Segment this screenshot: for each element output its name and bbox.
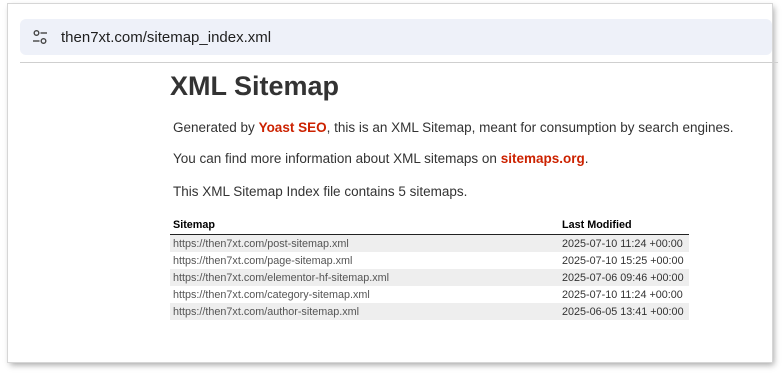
header-last-modified: Last Modified [559,217,689,235]
table-row: https://then7xt.com/post-sitemap.xml 202… [170,234,689,252]
page-content: XML Sitemap Generated by Yoast SEO, this… [170,70,734,320]
sitemap-link[interactable]: https://then7xt.com/category-sitemap.xml [170,286,559,303]
table-row: https://then7xt.com/author-sitemap.xml 2… [170,303,689,320]
browser-window: then7xt.com/sitemap_index.xml XML Sitema… [8,4,778,362]
table-row: https://then7xt.com/page-sitemap.xml 202… [170,252,689,269]
sitemap-count-text: This XML Sitemap Index file contains 5 s… [173,184,468,199]
header-sitemap: Sitemap [170,217,559,235]
info-text: You can find more information about XML … [173,151,588,166]
table-row: https://then7xt.com/elementor-hf-sitemap… [170,269,689,286]
page-title: XML Sitemap [170,71,340,101]
intro-prefix: Generated by [173,120,259,135]
last-modified: 2025-07-10 15:25 +00:00 [559,252,689,269]
yoast-seo-link[interactable]: Yoast SEO [259,120,327,135]
url-text[interactable]: then7xt.com/sitemap_index.xml [61,29,271,46]
sitemap-link[interactable]: https://then7xt.com/elementor-hf-sitemap… [170,269,559,286]
table-header-row: Sitemap Last Modified [170,217,689,235]
last-modified: 2025-07-06 09:46 +00:00 [559,269,689,286]
sitemap-link[interactable]: https://then7xt.com/page-sitemap.xml [170,252,559,269]
last-modified: 2025-07-10 11:24 +00:00 [559,286,689,303]
address-bar[interactable]: then7xt.com/sitemap_index.xml [20,19,772,55]
sitemap-link[interactable]: https://then7xt.com/author-sitemap.xml [170,303,559,320]
sitemap-table: Sitemap Last Modified https://then7xt.co… [170,217,689,320]
info-prefix: You can find more information about XML … [173,151,501,166]
last-modified: 2025-06-05 13:41 +00:00 [559,303,689,320]
info-suffix: . [584,151,589,166]
last-modified: 2025-07-10 11:24 +00:00 [559,234,689,252]
intro-text: Generated by Yoast SEO, this is an XML S… [173,120,734,135]
sitemaps-org-link[interactable]: sitemaps.org [501,151,585,166]
intro-suffix: , this is an XML Sitemap, meant for cons… [326,120,734,135]
table-row: https://then7xt.com/category-sitemap.xml… [170,286,689,303]
tune-icon[interactable] [31,28,49,46]
sitemap-link[interactable]: https://then7xt.com/post-sitemap.xml [170,234,559,252]
toolbar-divider [20,62,778,63]
